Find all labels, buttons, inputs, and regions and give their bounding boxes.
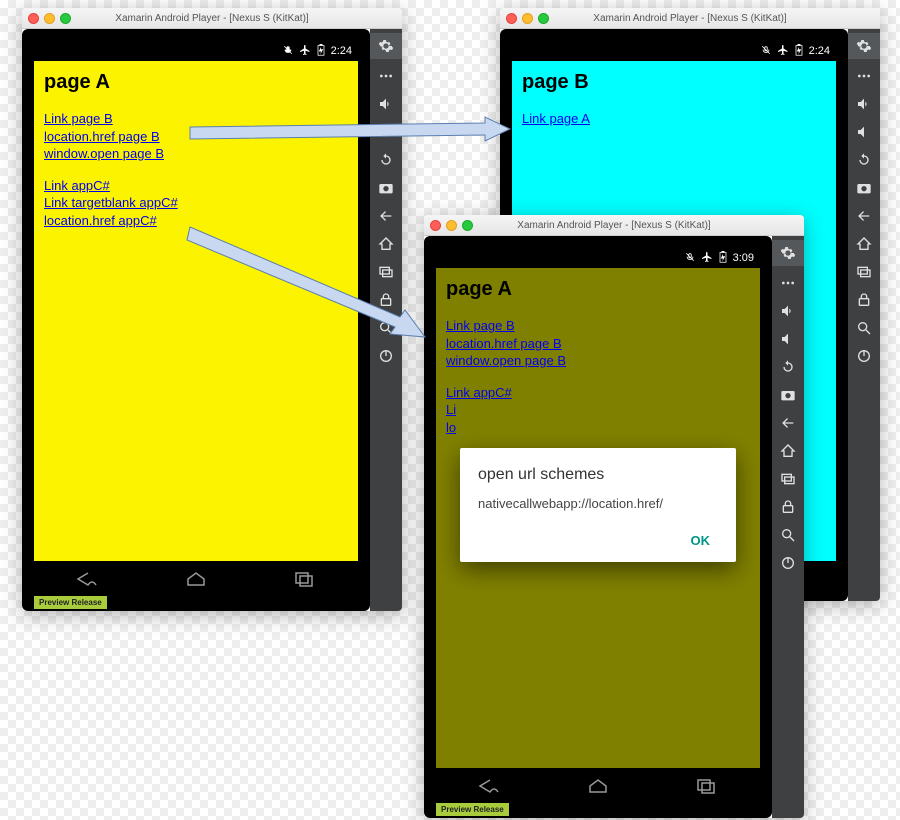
airplane-icon [777, 44, 789, 59]
status-time: 3:09 [733, 252, 754, 264]
emulator-toolbar [772, 236, 804, 818]
window-title: Xamarin Android Player - [Nexus S (KitKa… [22, 13, 402, 24]
power-button[interactable] [848, 342, 880, 370]
back-button[interactable] [772, 409, 804, 437]
page-title: page A [44, 71, 348, 94]
android-statusbar: 3:09 [436, 248, 760, 268]
home-nav-button[interactable] [586, 778, 610, 799]
home-nav-button[interactable] [184, 571, 208, 592]
power-button[interactable] [772, 549, 804, 577]
more-button[interactable] [370, 62, 402, 90]
battery-charging-icon [795, 44, 803, 59]
link-page-b[interactable]: Link page B [446, 317, 750, 335]
camera-button[interactable] [848, 174, 880, 202]
link-appc[interactable]: Link appC# [446, 384, 750, 402]
rotate-button[interactable] [772, 353, 804, 381]
volume-up-button[interactable] [370, 90, 402, 118]
alert-dialog: open url schemes nativecallwebapp://loca… [460, 448, 736, 562]
page-title: page B [522, 71, 826, 94]
recent-button[interactable] [848, 258, 880, 286]
window-title: Xamarin Android Player - [Nexus S (KitKa… [500, 13, 880, 24]
camera-button[interactable] [772, 381, 804, 409]
minimize-window-button[interactable] [522, 13, 533, 24]
window-title: Xamarin Android Player - [Nexus S (KitKa… [424, 220, 804, 231]
zoom-window-button[interactable] [60, 13, 71, 24]
battery-charging-icon [317, 44, 325, 59]
emulator-toolbar [848, 29, 880, 601]
dialog-ok-button[interactable]: OK [683, 527, 719, 554]
window-titlebar[interactable]: Xamarin Android Player - [Nexus S (KitKa… [500, 8, 880, 29]
preview-release-badge: Preview Release [34, 596, 107, 609]
recent-nav-button[interactable] [292, 571, 316, 592]
android-statusbar: 2:24 [34, 41, 358, 61]
preview-release-badge: Preview Release [436, 803, 509, 816]
microphone-muted-icon [761, 45, 771, 58]
android-navbar [436, 768, 760, 808]
microphone-muted-icon [685, 252, 695, 265]
dialog-title: open url schemes [478, 466, 718, 484]
airplane-icon [701, 251, 713, 266]
status-time: 2:24 [331, 45, 352, 57]
settings-button[interactable] [772, 240, 804, 266]
volume-down-button[interactable] [848, 118, 880, 146]
status-time: 2:24 [809, 45, 830, 57]
minimize-window-button[interactable] [446, 220, 457, 231]
search-button[interactable] [848, 314, 880, 342]
android-statusbar: 2:24 [512, 41, 836, 61]
camera-button[interactable] [370, 174, 402, 202]
link-location-href-appc-partial[interactable]: lo [446, 419, 750, 437]
recent-nav-button[interactable] [694, 778, 718, 799]
minimize-window-button[interactable] [44, 13, 55, 24]
volume-up-button[interactable] [772, 297, 804, 325]
webview-content[interactable]: page A Link page B location.href page B … [436, 268, 760, 782]
link-window-open-b[interactable]: window.open page B [446, 352, 750, 370]
battery-charging-icon [719, 251, 727, 266]
search-button[interactable] [772, 521, 804, 549]
arrow-a-to-c [185, 222, 435, 352]
volume-up-button[interactable] [848, 90, 880, 118]
back-nav-button[interactable] [478, 778, 502, 799]
window-titlebar[interactable]: Xamarin Android Player - [Nexus S (KitKa… [424, 215, 804, 236]
back-nav-button[interactable] [76, 571, 100, 592]
emulator-window-c: Xamarin Android Player - [Nexus S (KitKa… [424, 215, 804, 818]
link-targetblank-appc[interactable]: Link targetblank appC# [44, 194, 348, 212]
page-title: page A [446, 278, 750, 301]
zoom-window-button[interactable] [538, 13, 549, 24]
settings-button[interactable] [370, 33, 402, 59]
volume-down-button[interactable] [772, 325, 804, 353]
close-window-button[interactable] [506, 13, 517, 24]
microphone-muted-icon [283, 45, 293, 58]
more-button[interactable] [848, 62, 880, 90]
arrow-a-to-b [185, 115, 515, 155]
link-appc[interactable]: Link appC# [44, 177, 348, 195]
more-button[interactable] [772, 269, 804, 297]
rotate-button[interactable] [848, 146, 880, 174]
back-button[interactable] [848, 202, 880, 230]
home-button[interactable] [848, 230, 880, 258]
link-targetblank-appc-partial[interactable]: Li [446, 401, 750, 419]
link-location-href-b[interactable]: location.href page B [446, 335, 750, 353]
phone-frame: 3:09 page A Link page B location.href pa… [424, 236, 772, 818]
window-titlebar[interactable]: Xamarin Android Player - [Nexus S (KitKa… [22, 8, 402, 29]
recent-button[interactable] [772, 465, 804, 493]
lock-button[interactable] [772, 493, 804, 521]
link-page-a[interactable]: Link page A [522, 110, 826, 128]
airplane-icon [299, 44, 311, 59]
android-navbar [34, 561, 358, 601]
settings-button[interactable] [848, 33, 880, 59]
close-window-button[interactable] [28, 13, 39, 24]
home-button[interactable] [772, 437, 804, 465]
zoom-window-button[interactable] [462, 220, 473, 231]
lock-button[interactable] [848, 286, 880, 314]
dialog-message: nativecallwebapp://location.href/ [478, 496, 718, 511]
